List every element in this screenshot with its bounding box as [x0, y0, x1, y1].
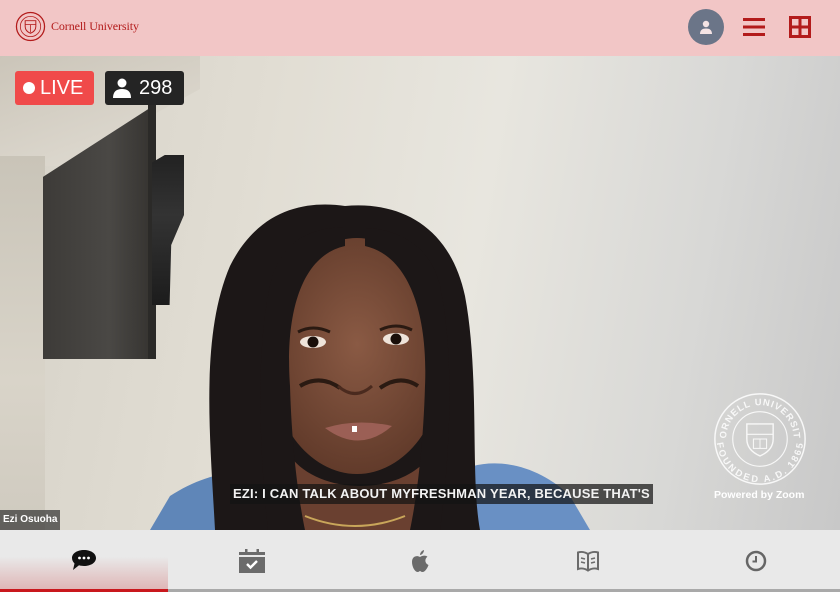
cornell-seal-watermark-icon: CORNELL UNIVERSITY FOUNDED A.D. 1865 [713, 392, 806, 485]
svg-text:CORNELL UNIVERSITY: CORNELL UNIVERSITY [713, 392, 803, 439]
live-dot-icon [23, 82, 35, 94]
cornell-logo[interactable]: Cornell University [15, 11, 139, 42]
chat-bubble-icon [72, 549, 96, 570]
grid-view-icon [789, 16, 811, 38]
tab-schedule[interactable] [168, 530, 336, 592]
watermark-top-text: CORNELL UNIVERSITY [713, 392, 802, 439]
tab-chat[interactable] [0, 530, 168, 592]
powered-by-zoom: Powered by Zoom [714, 489, 805, 501]
profile-button[interactable] [688, 9, 724, 45]
cornell-seal-icon [15, 11, 46, 42]
apple-icon [412, 550, 429, 572]
app-header: Cornell University [0, 0, 840, 56]
live-video-stream[interactable]: LIVE 298 EZI: I CAN TALK ABOUT MYFRESHMA… [0, 56, 840, 530]
speaker-name-tag: Ezi Osuoha [0, 510, 61, 530]
brand-name: Cornell University [51, 19, 139, 33]
live-label: LIVE [40, 76, 84, 99]
closed-caption: EZI: I CAN TALK ABOUT MYFRESHMAN YEAR, B… [230, 484, 653, 504]
clock-icon [745, 550, 767, 572]
viewer-count: 298 [139, 76, 173, 99]
hamburger-menu-icon [743, 18, 765, 36]
open-book-icon [577, 551, 599, 572]
grid-view-button[interactable] [787, 9, 813, 45]
viewer-count-badge: 298 [105, 71, 184, 105]
bottom-tab-bar [0, 530, 840, 592]
user-avatar-icon [700, 20, 712, 34]
person-icon [113, 78, 131, 98]
calendar-check-icon [239, 549, 265, 573]
tab-history[interactable] [672, 530, 840, 592]
tab-guide[interactable] [504, 530, 672, 592]
live-badge: LIVE [15, 71, 94, 105]
menu-button[interactable] [741, 9, 767, 45]
tab-apple[interactable] [336, 530, 504, 592]
